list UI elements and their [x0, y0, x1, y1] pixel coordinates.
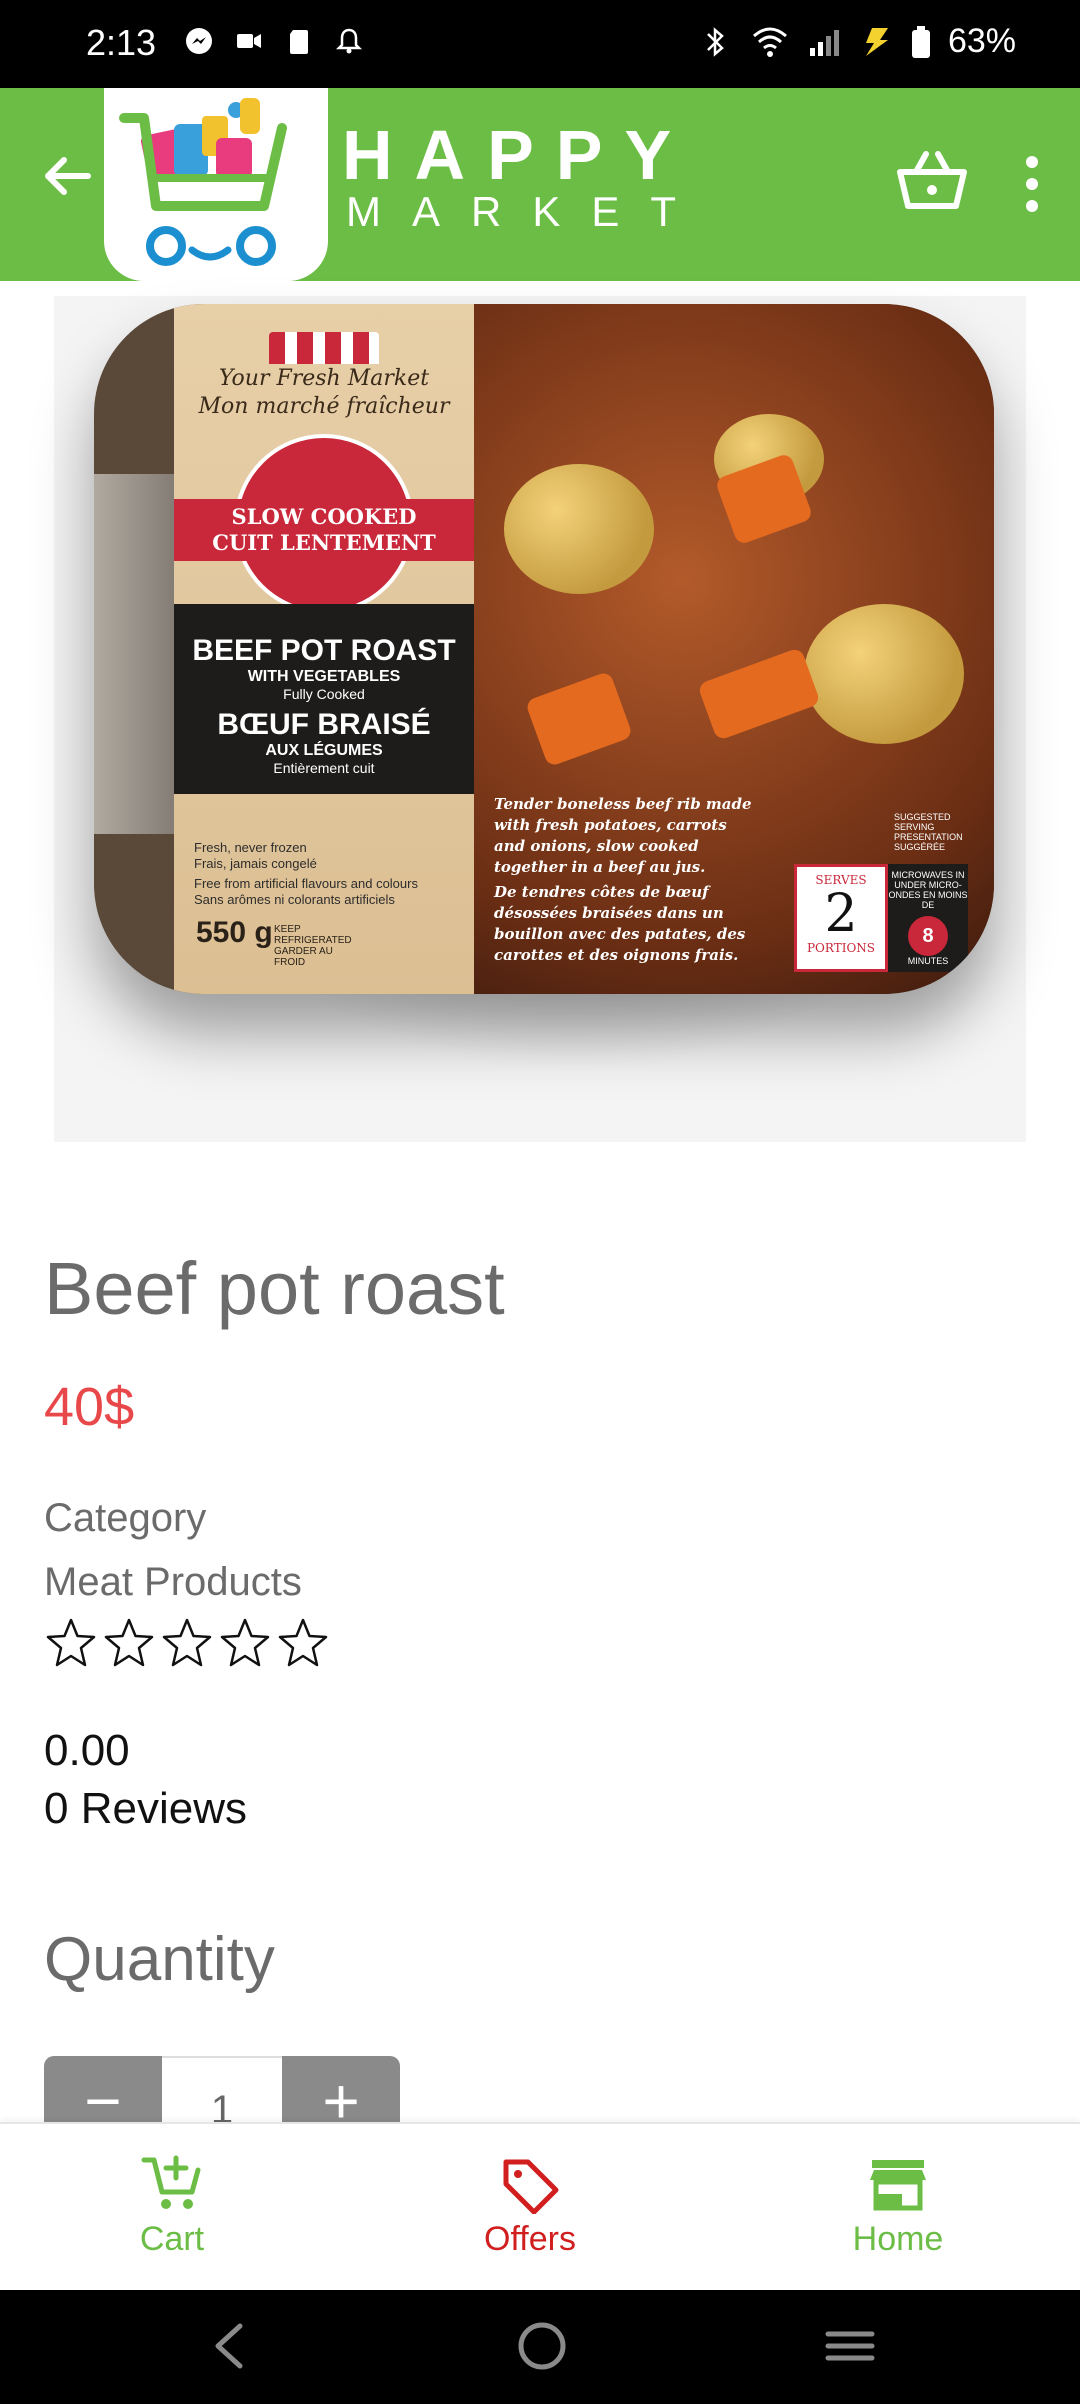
- nav-cart-label: Cart: [139, 2220, 205, 2258]
- home-circle-icon[interactable]: [514, 2318, 570, 2374]
- microwave-box: MICROWAVES IN UNDER MICRO-ONDES EN MOINS…: [888, 864, 968, 972]
- wifi-icon: [752, 27, 787, 57]
- sub-en: WITH VEGETABLES: [247, 668, 401, 685]
- rating-value: 0.00: [44, 1726, 130, 1775]
- product-price: 40$: [44, 1377, 135, 1437]
- check1-en: Fresh, never frozen: [194, 840, 307, 855]
- more-vert-icon[interactable]: [1020, 154, 1044, 214]
- awning-logo: [269, 332, 379, 364]
- check1-fr: Frais, jamais congelé: [194, 856, 317, 871]
- store-icon: [870, 2160, 926, 2211]
- carrot-2: [524, 670, 634, 768]
- product-image: Your Fresh Market Mon marché fraîcheur S…: [54, 296, 1026, 1142]
- package-label: Your Fresh Market Mon marché fraîcheur S…: [174, 304, 474, 994]
- brand-line-happy: HAPPY: [342, 116, 694, 194]
- battery-icon: [911, 25, 930, 58]
- check2-en: Free from artificial flavours and colour…: [194, 876, 418, 891]
- recents-icon[interactable]: [822, 2318, 878, 2374]
- quantity-label: Quantity: [44, 1925, 275, 1994]
- bluetooth-icon: [707, 26, 724, 57]
- bell-icon: [335, 28, 363, 54]
- app-bar: HAPPY MARKET: [0, 88, 1080, 281]
- notification-icons: [184, 26, 364, 56]
- nav-offers[interactable]: Offers: [430, 2154, 630, 2259]
- star-icon[interactable]: [102, 1616, 156, 1670]
- back-arrow-icon[interactable]: [38, 148, 94, 204]
- screen: 2:13 63% HAPPY MARKET Your Fresh Market …: [0, 0, 1080, 2404]
- weight-note: KEEP REFRIGERATED GARDER AU FROID: [274, 924, 352, 968]
- signal-icon: [809, 29, 839, 56]
- serves-box: SERVES 2 PORTIONS: [794, 864, 888, 972]
- star-icon[interactable]: [276, 1616, 330, 1670]
- serves-value: 2: [824, 884, 858, 944]
- potato-2: [804, 604, 964, 744]
- brand-script-en: Your Fresh Market: [218, 366, 430, 391]
- brand-line-market: MARKET: [346, 188, 708, 235]
- charging-icon: [865, 27, 888, 56]
- name-en: BEEF POT ROAST: [192, 634, 456, 667]
- nav-offers-label: Offers: [484, 2220, 576, 2258]
- star-icon[interactable]: [218, 1616, 272, 1670]
- nav-home-label: Home: [852, 2220, 944, 2258]
- star-icon[interactable]: [160, 1616, 214, 1670]
- portions-label: PORTIONS: [806, 941, 876, 955]
- carrot-1: [697, 646, 821, 742]
- nav-cart[interactable]: Cart: [72, 2154, 272, 2259]
- rating-stars[interactable]: [44, 1616, 330, 1670]
- category-value[interactable]: Meat Products: [44, 1560, 302, 1605]
- name-fr: BŒUF BRAISÉ: [217, 708, 431, 741]
- micro-value: 8: [908, 916, 948, 956]
- video-icon: [237, 34, 261, 48]
- package-tray: Your Fresh Market Mon marché fraîcheur S…: [94, 304, 994, 994]
- messenger-icon: [186, 28, 212, 54]
- cooked-en: Fully Cooked: [283, 686, 365, 702]
- check2-fr: Sans arômes ni colorants artificiels: [194, 892, 395, 907]
- bottom-navigation: Cart Offers Home: [0, 2122, 1080, 2290]
- back-icon[interactable]: [204, 2318, 254, 2374]
- status-time: 2:13: [86, 22, 157, 63]
- brand-wordmark: HAPPY MARKET: [342, 116, 708, 236]
- brand-script-fr: Mon marché fraîcheur: [198, 394, 450, 419]
- cooked-fr: Entièrement cuit: [273, 760, 375, 776]
- system-navigation-bar: [0, 2290, 1080, 2404]
- shopping-cart-logo-icon: [119, 98, 287, 266]
- status-right-group: 63%: [698, 22, 1016, 61]
- micro-unit: MINUTES: [907, 956, 949, 966]
- sub-fr: AUX LÉGUMES: [265, 742, 383, 759]
- star-icon[interactable]: [44, 1616, 98, 1670]
- basket-icon[interactable]: [896, 148, 968, 212]
- package-description: Tender boneless beef rib made with fresh…: [494, 794, 754, 966]
- desc-en: Tender boneless beef rib made with fresh…: [494, 795, 752, 876]
- battery-percent: 63%: [947, 22, 1016, 60]
- fork-image: [94, 474, 174, 834]
- net-weight: 550 g: [196, 916, 273, 949]
- happy-market-logo: [104, 88, 328, 281]
- nav-home[interactable]: Home: [798, 2154, 998, 2259]
- cart-add-icon: [141, 2155, 201, 2209]
- product-title: Beef pot roast: [44, 1247, 505, 1330]
- micro-text: MICROWAVES IN UNDER MICRO-ONDES EN MOINS…: [888, 870, 968, 910]
- category-label: Category: [44, 1496, 207, 1540]
- band-line2: CUIT LENTEMENT: [212, 530, 436, 555]
- reviews-count[interactable]: 0 Reviews: [44, 1784, 247, 1834]
- status-bar: 2:13 63%: [0, 0, 1080, 88]
- band-line1: SLOW COOKED: [231, 504, 417, 529]
- tag-icon: [503, 2159, 559, 2214]
- suggested-serving: SUGGESTED SERVING PRESENTATION SUGGÉRÉE: [894, 812, 963, 852]
- sd-card-icon: [290, 30, 308, 54]
- desc-fr: De tendres côtes de bœuf désossées brais…: [494, 883, 746, 964]
- potato-1: [504, 464, 654, 594]
